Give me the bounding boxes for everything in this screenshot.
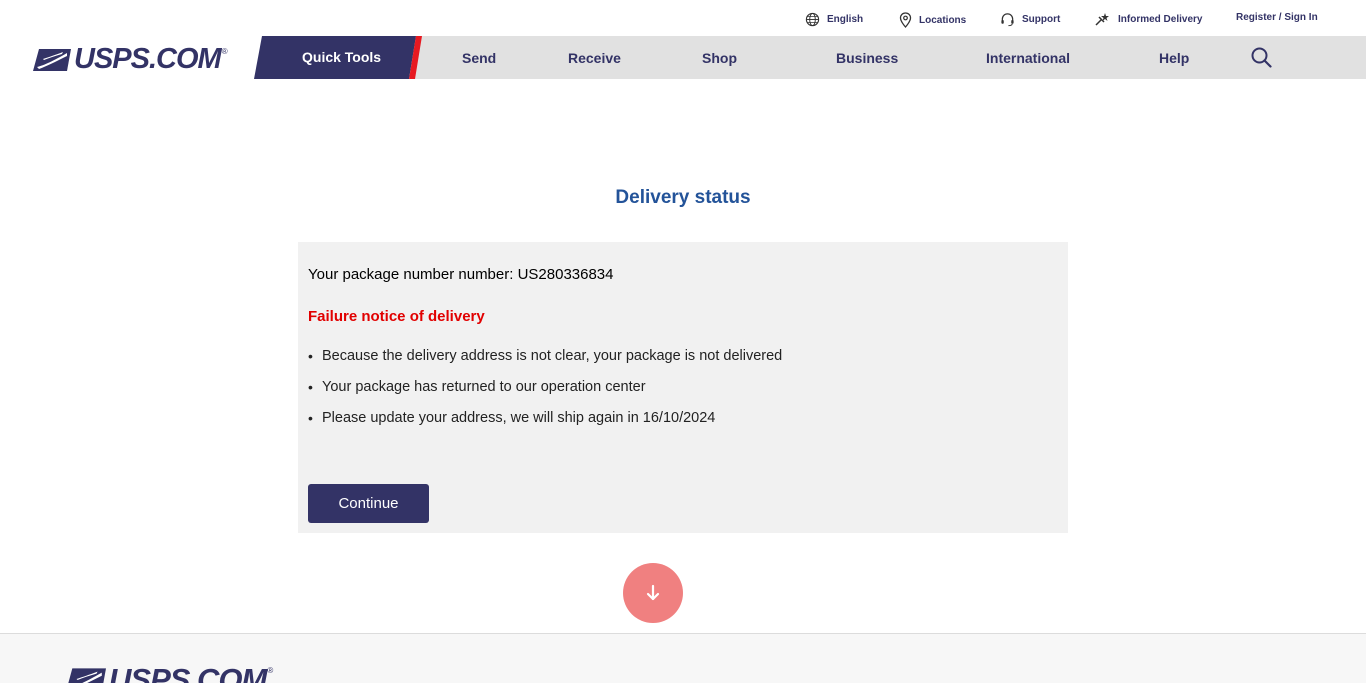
nav-quick-tools[interactable]: Quick Tools: [254, 36, 422, 79]
list-item: • Because the delivery address is not cl…: [308, 348, 782, 379]
nav-international[interactable]: International: [986, 50, 1070, 66]
language-label: English: [827, 14, 864, 25]
page-title: Delivery status: [615, 187, 751, 208]
footer-logo-registered-mark: ®: [267, 666, 274, 675]
language-selector[interactable]: English: [805, 12, 863, 27]
location-pin-icon: [899, 12, 912, 28]
delivery-status-card: Your package number number: US280336834 …: [298, 242, 1068, 533]
logo-text: USPS.COM: [74, 43, 222, 75]
informed-delivery-label: Informed Delivery: [1118, 14, 1203, 25]
register-signin-label: Register / Sign In: [1236, 12, 1318, 23]
list-item-text: Please update your address, we will ship…: [322, 410, 716, 426]
locations-label: Locations: [919, 14, 967, 26]
list-item-text: Your package has returned to our operati…: [322, 379, 646, 395]
nav-send[interactable]: Send: [462, 50, 496, 66]
list-item: • Your package has returned to our opera…: [308, 379, 782, 410]
bullet-dot: •: [308, 410, 313, 426]
utility-bar: English Locations Support Informed Deliv…: [0, 0, 1366, 36]
failure-heading: Failure notice of delivery: [308, 308, 485, 325]
register-signin-link[interactable]: Register / Sign In: [1236, 12, 1318, 23]
footer: USPS.COM ®: [0, 633, 1366, 683]
nav-receive[interactable]: Receive: [568, 50, 621, 66]
usps-logo[interactable]: USPS.COM ®: [33, 43, 228, 76]
locations-link[interactable]: Locations: [899, 12, 966, 28]
continue-button[interactable]: Continue: [308, 484, 429, 523]
main-nav: USPS.COM ® Quick Tools Send Receive Shop…: [0, 36, 1366, 79]
failure-reasons-list: • Because the delivery address is not cl…: [308, 348, 782, 441]
logo-registered-mark: ®: [221, 47, 228, 56]
list-item-text: Because the delivery address is not clea…: [322, 348, 783, 364]
footer-usps-logo[interactable]: USPS.COM ®: [66, 662, 273, 683]
eagle-logo-icon: [68, 668, 106, 683]
nav-help[interactable]: Help: [1159, 50, 1189, 66]
footer-logo-text: USPS.COM: [109, 662, 267, 683]
search-icon: [1251, 47, 1272, 68]
nav-quick-tools-label: Quick Tools: [302, 49, 382, 65]
arrow-down-icon: [646, 584, 660, 601]
list-item: • Please update your address, we will sh…: [308, 410, 782, 441]
package-number-text: Your package number number: US280336834: [308, 266, 614, 283]
support-label: Support: [1022, 14, 1061, 25]
informed-delivery-icon: [1095, 13, 1109, 26]
support-link[interactable]: Support: [1000, 12, 1060, 27]
globe-icon: [805, 12, 820, 27]
headset-icon: [1001, 13, 1014, 27]
search-button[interactable]: [1251, 47, 1272, 73]
informed-delivery-link[interactable]: Informed Delivery: [1095, 12, 1202, 27]
nav-business[interactable]: Business: [836, 50, 898, 66]
bullet-dot: •: [308, 348, 313, 364]
nav-shop[interactable]: Shop: [702, 50, 737, 66]
bullet-dot: •: [308, 379, 313, 395]
scroll-down-button[interactable]: [623, 563, 683, 623]
eagle-logo-icon: [33, 48, 71, 71]
